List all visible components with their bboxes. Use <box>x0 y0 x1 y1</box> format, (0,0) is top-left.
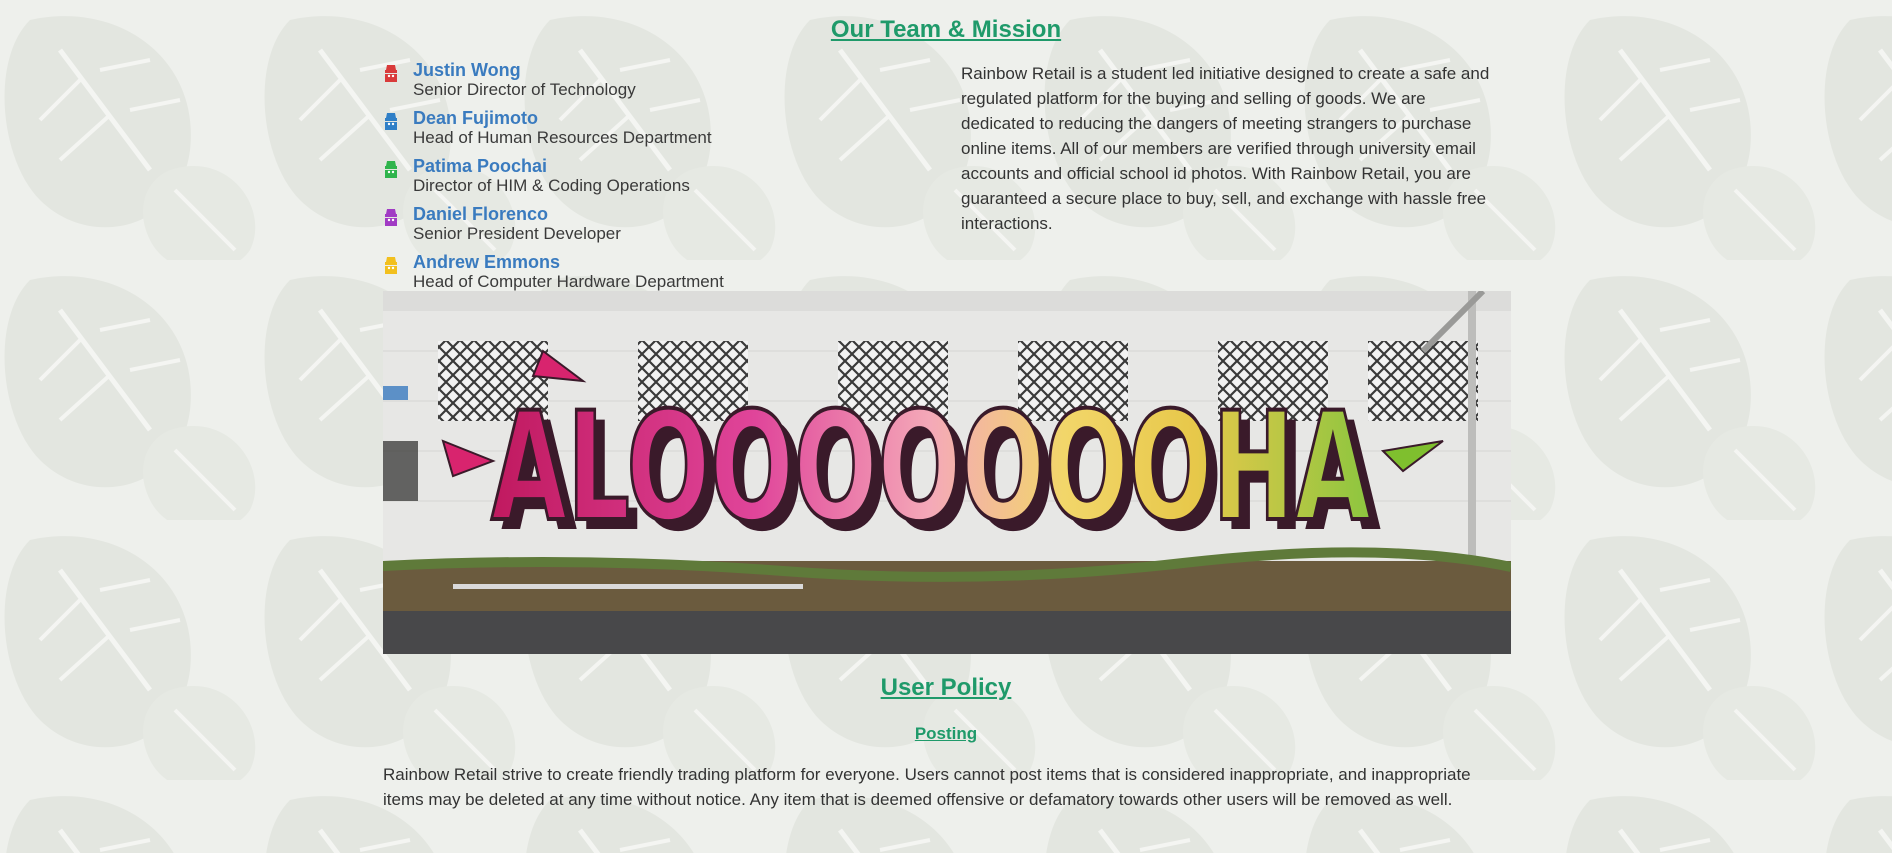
user-icon <box>385 209 397 226</box>
user-icon <box>385 113 397 130</box>
user-icon <box>385 161 397 178</box>
member-name[interactable]: Dean Fujimoto <box>413 108 712 128</box>
member-role: Senior President Developer <box>413 224 621 243</box>
posting-subheading: Posting <box>914 724 978 743</box>
graffiti-letters: ALOOOOOOOHA <box>491 381 1371 555</box>
member-role: Director of HIM & Coding Operations <box>413 176 690 195</box>
posting-policy-text: Rainbow Retail strive to create friendly… <box>383 765 1471 809</box>
team-member: Daniel Florenco Senior President Develop… <box>383 204 903 252</box>
graffiti-banner-image: ALOOOOOOOHA ALOOOOOOOHA <box>383 291 1511 654</box>
user-icon <box>385 257 397 274</box>
about-page: Our Team & Mission Justin Wong Senior Di… <box>0 0 1892 853</box>
team-mission-heading: Our Team & Mission <box>830 16 1062 43</box>
member-role: Head of Human Resources Department <box>413 128 712 147</box>
team-member: Patima Poochai Director of HIM & Coding … <box>383 156 903 204</box>
member-name[interactable]: Patima Poochai <box>413 156 690 176</box>
member-name[interactable]: Andrew Emmons <box>413 252 724 272</box>
team-member: Justin Wong Senior Director of Technolog… <box>383 60 903 108</box>
team-member: Dean Fujimoto Head of Human Resources De… <box>383 108 903 156</box>
member-name[interactable]: Daniel Florenco <box>413 204 621 224</box>
member-role: Head of Computer Hardware Department <box>413 272 724 291</box>
user-policy-heading: User Policy <box>880 674 1012 701</box>
mission-statement: Rainbow Retail is a student led initiati… <box>961 64 1490 233</box>
member-role: Senior Director of Technology <box>413 80 636 99</box>
member-name[interactable]: Justin Wong <box>413 60 636 80</box>
team-member-list: Justin Wong Senior Director of Technolog… <box>383 60 903 300</box>
user-icon <box>385 65 397 82</box>
